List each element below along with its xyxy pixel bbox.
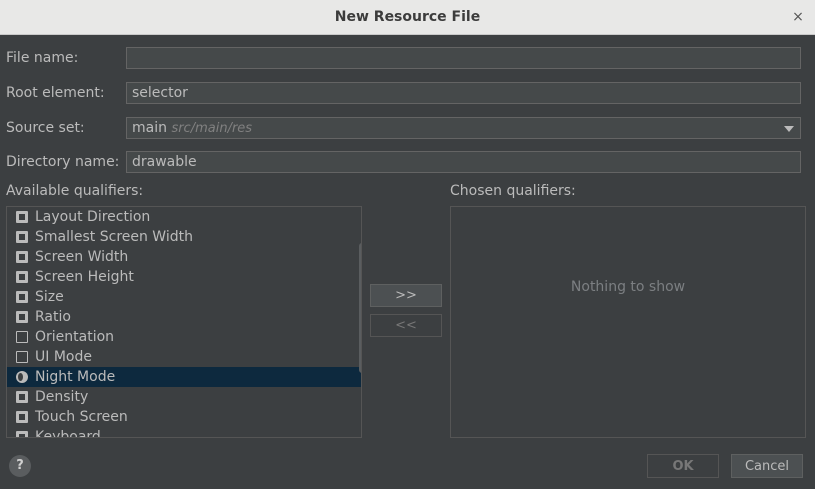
list-item[interactable]: Touch Screen (7, 407, 361, 427)
smallest-screen-width-icon (16, 231, 28, 243)
night-mode-icon (16, 371, 28, 383)
chosen-qualifiers-list[interactable]: Nothing to show (450, 206, 806, 438)
list-item[interactable]: UI Mode (7, 347, 361, 367)
screen-height-icon (16, 271, 28, 283)
layout-direction-icon (16, 211, 28, 223)
list-item[interactable]: Keyboard (7, 427, 361, 438)
root-element-input[interactable] (126, 82, 801, 104)
available-qualifiers-list[interactable]: Layout Direction Smallest Screen Width S… (6, 206, 362, 438)
list-item-label: Night Mode (35, 369, 116, 385)
ratio-icon (16, 311, 28, 323)
add-qualifier-button[interactable]: >> (370, 284, 442, 307)
list-item[interactable]: Smallest Screen Width (7, 227, 361, 247)
file-name-label: File name: (6, 50, 79, 66)
orientation-icon (16, 331, 28, 343)
list-item[interactable]: Orientation (7, 327, 361, 347)
list-item-label: Orientation (35, 329, 115, 345)
remove-qualifier-button[interactable]: << (370, 314, 442, 337)
size-icon (16, 291, 28, 303)
list-item-label: Smallest Screen Width (35, 229, 193, 245)
cancel-button[interactable]: Cancel (731, 454, 803, 478)
root-element-label: Root element: (6, 85, 105, 101)
list-item[interactable]: Layout Direction (7, 207, 361, 227)
list-item[interactable]: Ratio (7, 307, 361, 327)
available-qualifiers-label: Available qualifiers: (6, 183, 144, 199)
chosen-qualifiers-label: Chosen qualifiers: (450, 183, 576, 199)
directory-name-input[interactable] (126, 151, 801, 173)
list-item-label: Screen Height (35, 269, 134, 285)
source-set-value: main (132, 120, 167, 136)
list-item[interactable]: Size (7, 287, 361, 307)
list-item-label: Keyboard (35, 429, 101, 438)
screen-width-icon (16, 251, 28, 263)
list-item-label: Touch Screen (35, 409, 128, 425)
chevron-down-icon (784, 126, 794, 132)
dialog-title: New Resource File (334, 9, 481, 25)
density-icon (16, 391, 28, 403)
source-set-label: Source set: (6, 120, 85, 136)
touch-screen-icon (16, 411, 28, 423)
list-item[interactable]: Density (7, 387, 361, 407)
list-item-label: Screen Width (35, 249, 129, 265)
ui-mode-icon (16, 351, 28, 363)
help-icon[interactable]: ? (9, 455, 31, 477)
close-icon[interactable]: × (789, 8, 807, 26)
list-item[interactable]: Screen Height (7, 267, 361, 287)
empty-state-text: Nothing to show (570, 279, 686, 295)
list-item-label: Density (35, 389, 89, 405)
source-set-hint: src/main/res (171, 121, 253, 136)
list-scrollbar[interactable] (359, 243, 361, 373)
ok-button[interactable]: OK (647, 454, 719, 478)
list-item-label: Size (35, 289, 64, 305)
list-item-label: UI Mode (35, 349, 92, 365)
file-name-input[interactable] (126, 47, 801, 69)
keyboard-icon (16, 431, 28, 437)
list-item-label: Layout Direction (35, 209, 151, 225)
list-item-label: Ratio (35, 309, 71, 325)
source-set-dropdown[interactable]: main src/main/res (126, 117, 801, 139)
title-bar: New Resource File × (0, 0, 815, 35)
list-item-selected[interactable]: Night Mode (7, 367, 361, 387)
directory-name-label: Directory name: (6, 154, 120, 170)
list-item[interactable]: Screen Width (7, 247, 361, 267)
